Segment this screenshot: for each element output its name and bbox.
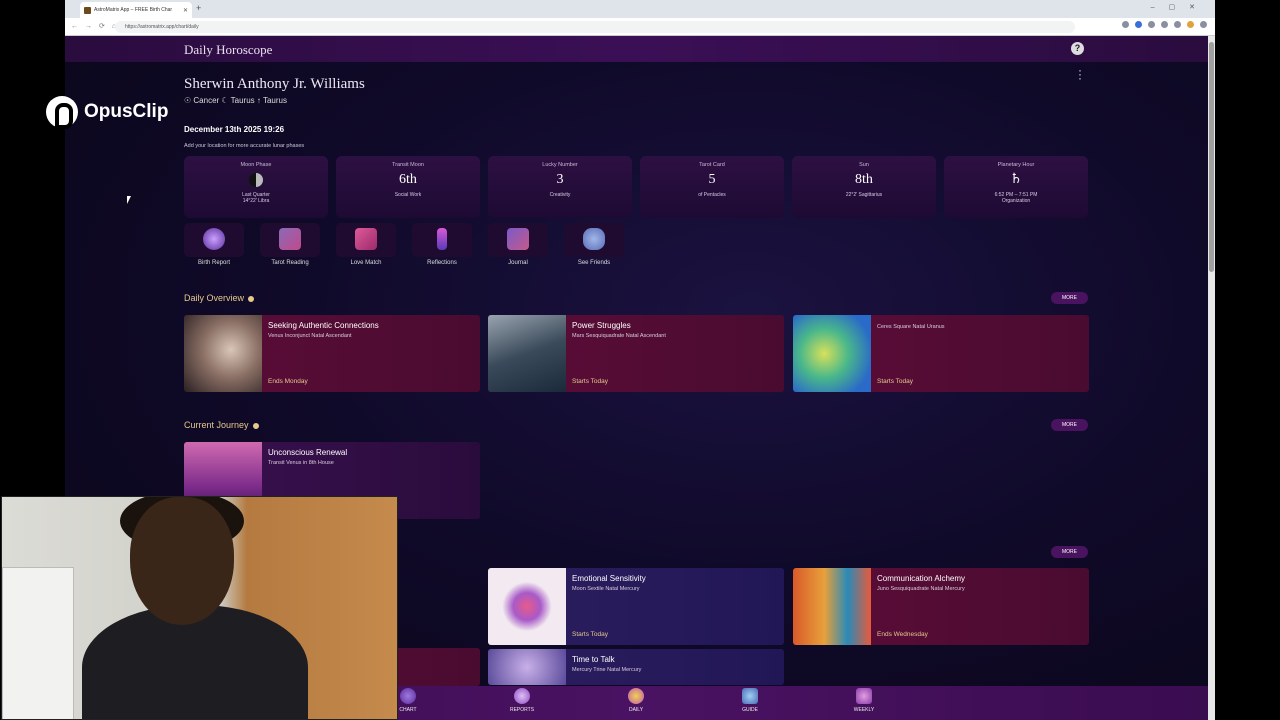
birth-report-icon	[203, 228, 225, 250]
daily-card[interactable]: Seeking Authentic Connections Venus Incon…	[184, 315, 480, 392]
info-dot-icon[interactable]	[252, 422, 259, 429]
reflections-icon	[437, 228, 447, 250]
chart-icon	[400, 688, 416, 704]
info-dot-icon[interactable]	[248, 295, 255, 302]
card-art-image	[184, 315, 262, 392]
section-more-button[interactable]: MORE	[1051, 546, 1088, 558]
transit-card[interactable]: Communication Alchemy Juno Sesquiquadrate…	[793, 568, 1089, 645]
see-friends-button[interactable]: See Friends	[564, 223, 624, 266]
reports-icon	[514, 688, 530, 704]
window-controls[interactable]: –▢✕	[1151, 3, 1209, 11]
user-name: Sherwin Anthony Jr. Williams	[184, 76, 365, 92]
kebab-menu-icon[interactable]: · · ·	[1078, 64, 1082, 84]
nav-weekly[interactable]: WEEKLY	[834, 688, 894, 713]
tab-title: AstroMatrix App – FREE Birth Char	[94, 7, 173, 13]
nav-guide[interactable]: GUIDE	[720, 688, 780, 713]
moon-phase-icon	[249, 172, 263, 187]
close-tab-icon[interactable]: ✕	[183, 7, 188, 14]
transit-card[interactable]: Time to Talk Mercury Trine Natal Mercury	[488, 649, 784, 685]
nav-reports[interactable]: REPORTS	[492, 688, 552, 713]
friends-icon	[583, 228, 605, 250]
webcam-overlay	[1, 496, 398, 720]
nav-daily[interactable]: DAILY	[606, 688, 666, 713]
stat-tarot-card[interactable]: Tarot Card 5 of Pentacles	[640, 156, 784, 218]
weekly-icon	[856, 688, 872, 704]
page-scrollbar[interactable]	[1208, 36, 1215, 720]
saturn-icon: ♄	[1009, 172, 1023, 187]
journal-button[interactable]: Journal	[488, 223, 548, 266]
card-art-image	[793, 568, 871, 645]
reflections-button[interactable]: Reflections	[412, 223, 472, 266]
url-field[interactable]: https://astromatrix.app/chart/daily	[115, 21, 1075, 33]
daily-card[interactable]: Ceres Square Natal Uranus Starts Today	[793, 315, 1089, 392]
browser-tab[interactable]: AstroMatrix App – FREE Birth Char ✕	[80, 2, 192, 18]
horoscope-date: December 13th 2025 19:26	[184, 125, 285, 134]
feature-shortcuts: Birth Report Tarot Reading Love Match Re…	[184, 223, 624, 266]
current-journey-more-button[interactable]: MORE	[1051, 419, 1088, 431]
scrollbar-thumb[interactable]	[1209, 42, 1214, 272]
sun-moon-rising: ☉ Cancer ☾ Taurus ↑ Taurus	[184, 96, 287, 105]
opusclip-logo-icon	[46, 96, 78, 129]
whiteboard	[2, 567, 74, 719]
opusclip-watermark: OpusClip	[46, 96, 169, 129]
watermark-text: OpusClip	[84, 101, 169, 122]
daily-card[interactable]: Power Struggles Mars Sesquiquadrate Natal…	[488, 315, 784, 392]
help-icon[interactable]: ?	[1071, 42, 1084, 55]
page-title: Daily Horoscope	[184, 42, 273, 57]
screen: AstroMatrix App – FREE Birth Char ✕ + –▢…	[0, 0, 1280, 720]
stat-planetary-hour[interactable]: Planetary Hour ♄ 6:52 PM – 7:51 PM Organiza…	[944, 156, 1088, 218]
stat-moon-phase[interactable]: Moon Phase Last Quarter 14°22' Libra	[184, 156, 328, 218]
birth-report-button[interactable]: Birth Report	[184, 223, 244, 266]
favicon-icon	[84, 6, 91, 14]
card-art-image	[488, 315, 566, 392]
card-art-image	[793, 315, 871, 392]
mouse-cursor-icon	[127, 196, 135, 204]
stats-row: Moon Phase Last Quarter 14°22' Libra Trans…	[184, 156, 1088, 218]
current-journey-heading: Current Journey	[184, 420, 259, 430]
journal-icon	[507, 228, 529, 250]
app-header: Daily Horoscope ?	[65, 36, 1208, 62]
guide-icon	[742, 688, 758, 704]
address-bar: ←→⟳⌂ https://astromatrix.app/chart/daily	[65, 18, 1215, 36]
tarot-icon	[279, 228, 301, 250]
new-tab-button[interactable]: +	[196, 3, 201, 13]
transit-card[interactable]: Emotional Sensitivity Moon Sextile Natal …	[488, 568, 784, 645]
love-match-icon	[355, 228, 377, 250]
card-art-image	[488, 568, 566, 645]
extension-icons[interactable]	[1122, 21, 1207, 28]
planet-icon	[628, 688, 644, 704]
daily-overview-heading: Daily Overview	[184, 293, 255, 303]
stat-lucky-number[interactable]: Lucky Number 3 Creativity	[488, 156, 632, 218]
stat-sun[interactable]: Sun 8th 22°2' Sagittarius	[792, 156, 936, 218]
location-note-link[interactable]: Add your location for more accurate luna…	[184, 143, 304, 149]
daily-overview-more-button[interactable]: MORE	[1051, 292, 1088, 304]
tab-strip: AstroMatrix App – FREE Birth Char ✕ + –▢…	[65, 0, 1215, 18]
card-art-image	[488, 649, 566, 685]
stat-transit-moon[interactable]: Transit Moon 6th Social Work	[336, 156, 480, 218]
love-match-button[interactable]: Love Match	[336, 223, 396, 266]
tarot-reading-button[interactable]: Tarot Reading	[260, 223, 320, 266]
presenter-face	[130, 497, 234, 625]
